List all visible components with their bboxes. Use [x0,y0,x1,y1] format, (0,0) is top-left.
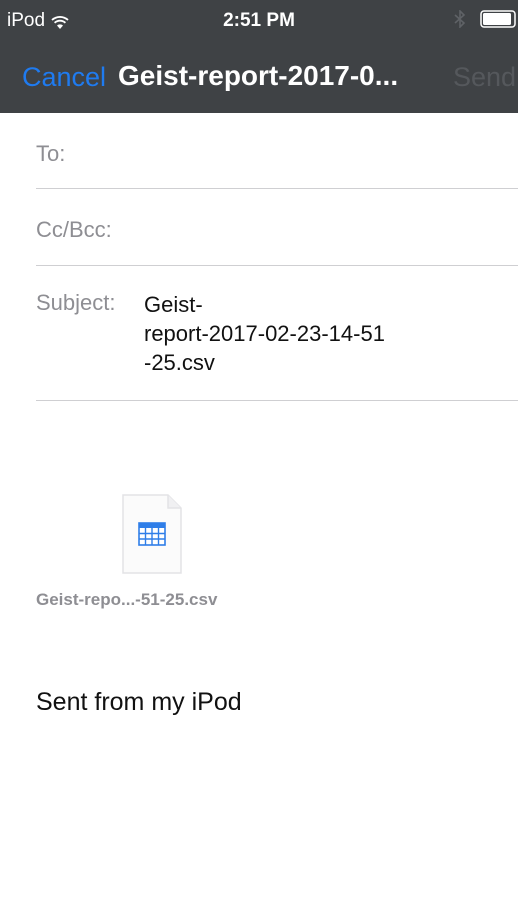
battery-icon [480,10,518,28]
message-body-signature[interactable]: Sent from my iPod [36,688,242,717]
subject-field[interactable]: Subject: Geist- report-2017-02-23-14-51 … [36,266,518,401]
attachment-name: Geist-repo...-51-25.csv [36,590,218,609]
status-bar: iPod 2:51 PM [0,0,518,40]
nav-bar: Cancel Geist-report-2017-0... Send [0,44,518,104]
subject-line: Geist- [144,292,203,317]
cc-bcc-field[interactable]: Cc/Bcc: [36,189,518,266]
nav-title: Geist-report-2017-0... [118,60,399,91]
subject-line: -25.csv [144,350,215,375]
compose-mail-screen: iPod 2:51 PM Cancel Geist-report-2017-0.… [0,0,518,924]
bluetooth-icon [454,9,466,29]
header: iPod 2:51 PM Cancel Geist-report-2017-0.… [0,0,518,113]
status-right [454,9,518,29]
subject-value[interactable]: Geist- report-2017-02-23-14-51 -25.csv [144,290,474,377]
to-field[interactable]: To: [36,113,518,189]
cancel-button[interactable]: Cancel [22,62,106,93]
subject-label: Subject: [36,290,116,315]
status-time: 2:51 PM [223,10,295,31]
send-button[interactable]: Send [453,62,516,93]
to-label: To: [36,141,66,166]
subject-line: report-2017-02-23-14-51 [144,321,385,346]
cc-bcc-label: Cc/Bcc: [36,217,112,242]
spreadsheet-file-icon[interactable] [122,494,182,574]
